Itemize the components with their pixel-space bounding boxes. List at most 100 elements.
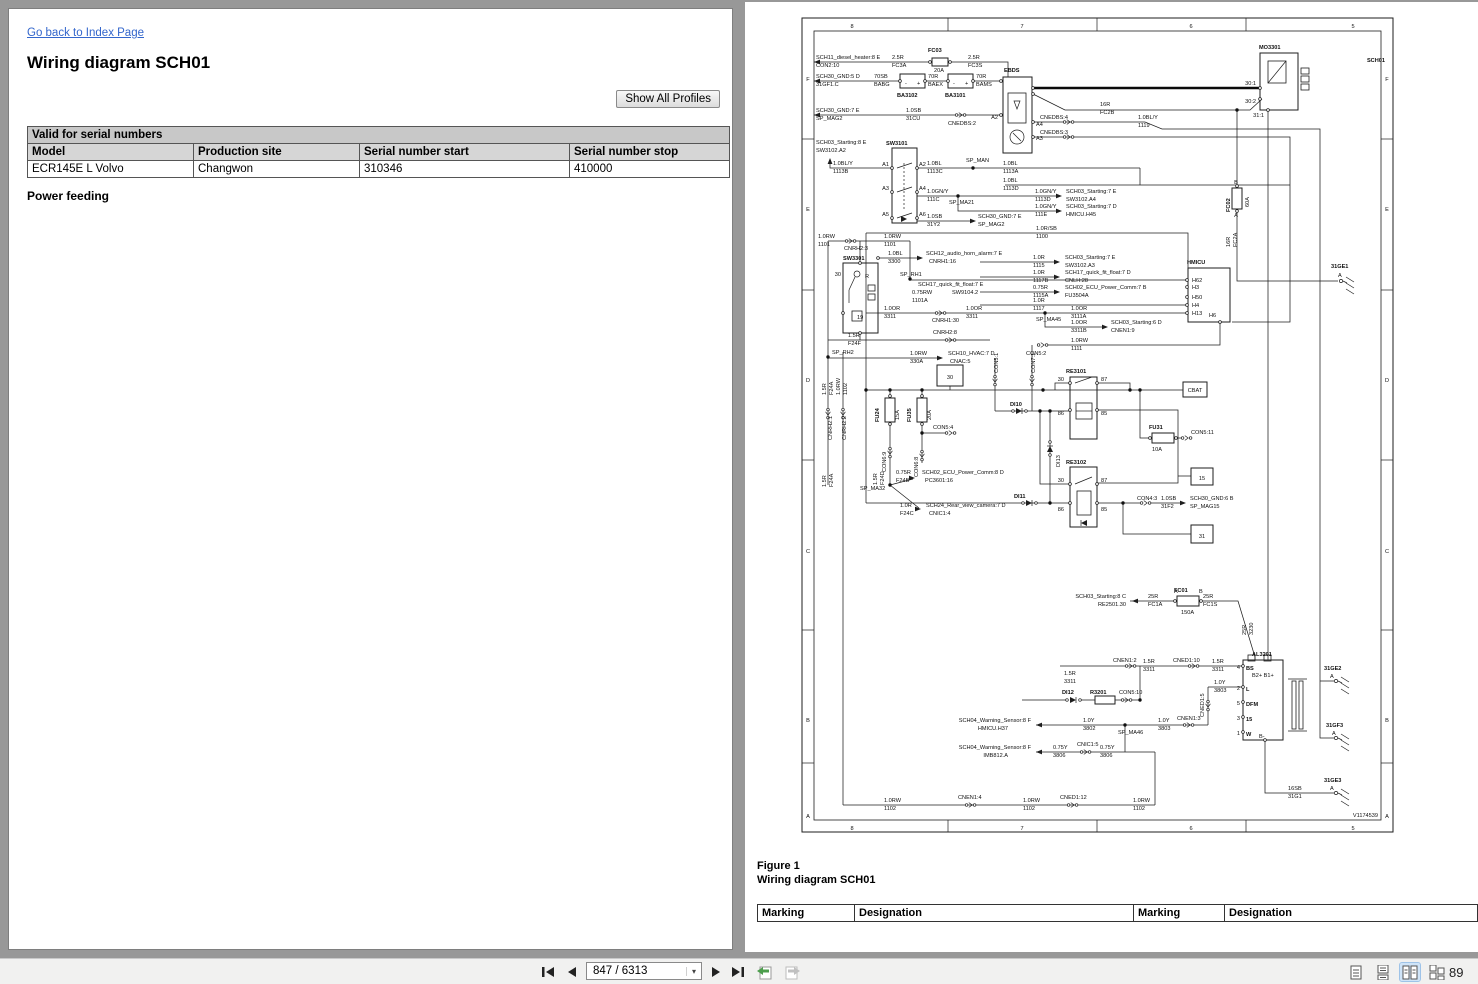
diagram-label: CNEDBS:3 — [1040, 130, 1068, 136]
diagram-label: 1113D — [1035, 197, 1051, 203]
diagram-label: + — [917, 81, 920, 87]
diagram-label: 3 — [1237, 716, 1240, 722]
diagram-label: 1.5R — [822, 475, 828, 487]
diagram-label: 3803 — [1214, 688, 1226, 694]
diagram-label: CON5:1 — [994, 353, 1000, 373]
diode-DI11 — [1021, 499, 1038, 507]
diagram-label: A4 — [919, 186, 926, 192]
section-heading: Power feeding — [27, 189, 110, 203]
diagram-label: 1113A — [1003, 169, 1019, 175]
diode-DI12 — [1065, 696, 1082, 704]
diagram-label: 1117B — [1033, 278, 1049, 284]
page-number-combobox[interactable]: 847 / 6313 ▾ — [586, 962, 702, 980]
diagram-label: 0.75R — [896, 470, 911, 476]
relay-RE3102 — [1068, 466, 1099, 528]
diagram-label: 19 — [857, 315, 863, 321]
diagram-label: A — [1332, 731, 1336, 737]
previous-view-button[interactable] — [755, 962, 775, 982]
diagram-label: 3803 — [1158, 726, 1170, 732]
diagram-label: 1113B — [833, 169, 849, 175]
show-all-profiles-button[interactable]: Show All Profiles — [616, 90, 720, 108]
diagram-label: FC2A — [1233, 232, 1239, 247]
diagram-label: 15 — [1246, 717, 1252, 723]
cell-model: ECR145E L Volvo — [27, 160, 194, 178]
diagram-label: CON5:11 — [1191, 430, 1214, 436]
last-page-button[interactable] — [728, 962, 748, 982]
cell-serial-start: 310346 — [359, 160, 570, 178]
diagram-label: F24D — [880, 471, 886, 485]
diagram-label: 7 — [1020, 24, 1023, 30]
diagram-label: CNED1:10 — [1173, 658, 1200, 664]
diagram-label: 31CU — [906, 116, 920, 122]
diagram-label: FC2B — [1100, 110, 1115, 116]
diagram-label: A4 — [1036, 122, 1043, 128]
battery-BA3102 — [898, 73, 927, 89]
diagram-label: H4 — [1192, 303, 1199, 309]
diagram-label: SCH30_GND:5 D — [816, 74, 860, 80]
motor-MO3301 — [1258, 52, 1310, 112]
diagram-label: 1.0BL — [1003, 161, 1018, 167]
diagram-label: DI11 — [1014, 494, 1026, 500]
diagram-label: E — [806, 207, 810, 213]
diagram-label: 1.0RW — [910, 351, 928, 357]
diagram-label: SCH03_Starting:7 E — [1066, 189, 1117, 195]
first-page-icon — [542, 967, 554, 977]
diagram-label: SW3102.A3 — [1065, 263, 1095, 269]
diagram-label: F24B — [896, 478, 910, 484]
diagram-label: 0.75RW — [912, 290, 933, 296]
diagram-label: 1.0OR — [884, 306, 900, 312]
diagram-label: DI10 — [1010, 402, 1022, 408]
diagram-label: AL3201 — [1252, 652, 1272, 658]
two-page-continuous-button[interactable] — [1427, 963, 1447, 981]
diagram-label: F24F — [848, 341, 862, 347]
fuse-FU35 — [916, 394, 928, 426]
diagram-label: L — [1246, 687, 1250, 693]
diagram-label: 2.5R — [892, 55, 904, 61]
diagram-label: CNEN1:4 — [958, 795, 982, 801]
previous-page-icon — [568, 967, 576, 977]
diagram-label: SCH02_ECU_Power_Comm:8 D — [922, 470, 1004, 476]
two-page-view-button[interactable] — [1399, 962, 1421, 982]
diagram-label: 111C — [927, 197, 940, 203]
diagram-label: SW3301 — [843, 256, 864, 262]
diagram-label: PC3601:16 — [925, 478, 953, 484]
diagram-label: 1113C — [927, 169, 943, 175]
diagram-label: DFM — [1246, 702, 1258, 708]
diagram-label: SP_MA21 — [949, 200, 974, 206]
diagram-label: A3 — [882, 186, 889, 192]
diagram-label: RE3101 — [1066, 369, 1086, 375]
previous-page-button[interactable] — [562, 962, 582, 982]
diagram-label: CNLH:28 — [1065, 278, 1088, 284]
diagram-label: 25R — [1242, 625, 1248, 635]
diagram-label: 1.0BL — [927, 161, 942, 167]
next-view-button[interactable] — [782, 962, 802, 982]
diagram-label: 1.0BL — [888, 251, 903, 257]
back-to-index-link[interactable]: Go back to Index Page — [27, 27, 144, 39]
diagram-label: A3 — [1036, 136, 1043, 142]
diagram-label: 150A — [1181, 610, 1194, 616]
diagram-label: 1.0Y — [1083, 718, 1095, 724]
diagram-label: 4 — [1237, 665, 1240, 671]
diagram-label: SW3102.A2 — [816, 148, 846, 154]
next-page-button[interactable] — [706, 962, 726, 982]
diagram-label: SP_MA32 — [860, 486, 885, 492]
diagram-label: SCH03_Starting:7 D — [1066, 204, 1117, 210]
diagram-label: 3806 — [1100, 753, 1112, 759]
diagram-label: 0.75R — [1033, 285, 1048, 291]
single-page-view-button[interactable] — [1346, 963, 1366, 981]
diagram-label: CNRH2:8 — [933, 330, 957, 336]
diagram-label: MO3301 — [1259, 45, 1280, 51]
fuse-FC02 — [1231, 184, 1243, 213]
diagram-label: HMICU.H45 — [1066, 212, 1096, 218]
diagram-label: 1.0GN/Y — [1035, 204, 1057, 210]
diagram-label: 85 — [1101, 507, 1107, 513]
diagram-label: 15A — [895, 410, 901, 420]
diagram-label: SCH30_GND:6 B — [1190, 496, 1234, 502]
continuous-view-button[interactable] — [1373, 963, 1393, 981]
diagram-label: 85 — [1101, 411, 1107, 417]
diagram-label: 1113D — [1003, 186, 1019, 192]
diagram-label: 31GF1.C — [816, 82, 839, 88]
first-page-button[interactable] — [538, 962, 558, 982]
diagram-label: 8 — [850, 826, 853, 832]
diagram-label: 1.0GN/Y — [927, 189, 949, 195]
